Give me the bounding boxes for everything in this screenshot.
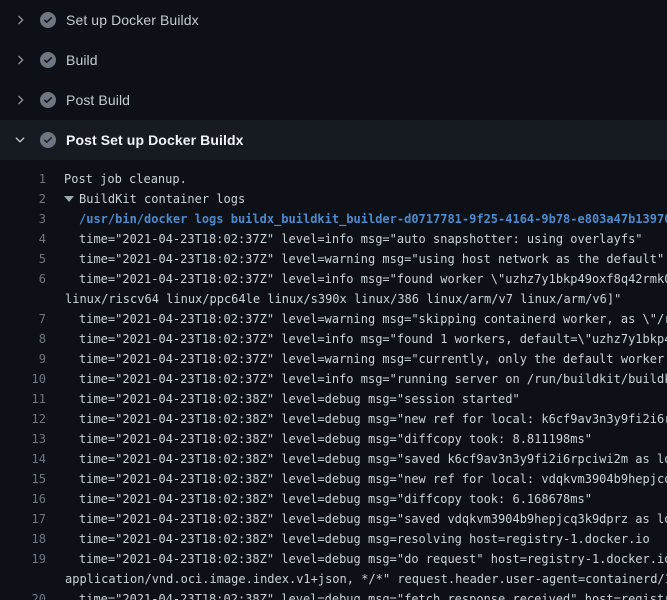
log-row: 7 time="2021-04-23T18:02:37Z" level=warn… [0, 309, 667, 329]
check-circle-icon [40, 92, 56, 108]
log-row: 10 time="2021-04-23T18:02:37Z" level=inf… [0, 369, 667, 389]
log-text: time="2021-04-23T18:02:38Z" level=debug … [46, 489, 592, 509]
log-text: time="2021-04-23T18:02:38Z" level=debug … [46, 509, 667, 529]
line-number[interactable]: 2 [0, 189, 46, 209]
chevron-right-icon[interactable] [12, 52, 28, 68]
line-number[interactable]: 18 [0, 529, 46, 549]
log-row: 17 time="2021-04-23T18:02:38Z" level=deb… [0, 509, 667, 529]
line-number[interactable]: 20 [0, 589, 46, 600]
group-title: BuildKit container logs [79, 192, 245, 206]
check-circle-icon [40, 132, 56, 148]
log-text: time="2021-04-23T18:02:37Z" level=info m… [46, 369, 667, 389]
step-header-2[interactable]: Build [0, 40, 667, 80]
line-number[interactable]: 3 [0, 209, 46, 229]
log-text: time="2021-04-23T18:02:38Z" level=debug … [46, 409, 667, 429]
chevron-right-icon[interactable] [12, 92, 28, 108]
line-number[interactable]: 9 [0, 349, 46, 369]
step-header-4[interactable]: Post Set up Docker Buildx [0, 120, 667, 160]
log-row: 3 /usr/bin/docker logs buildx_buildkit_b… [0, 209, 667, 229]
log-group-toggle[interactable]: BuildKit container logs [46, 189, 245, 209]
log-text: time="2021-04-23T18:02:38Z" level=debug … [46, 549, 667, 569]
log-row: 5 time="2021-04-23T18:02:37Z" level=warn… [0, 249, 667, 269]
log-text: time="2021-04-23T18:02:38Z" level=debug … [46, 589, 667, 600]
log-row: 19 time="2021-04-23T18:02:38Z" level=deb… [0, 549, 667, 569]
log-text: linux/riscv64 linux/ppc64le linux/s390x … [46, 289, 621, 309]
log-text: time="2021-04-23T18:02:37Z" level=warnin… [46, 249, 664, 269]
log-text: time="2021-04-23T18:02:38Z" level=debug … [46, 449, 667, 469]
line-number[interactable]: 13 [0, 429, 46, 449]
log-row: 9 time="2021-04-23T18:02:37Z" level=warn… [0, 349, 667, 369]
line-number[interactable] [0, 569, 46, 589]
log-row: 11 time="2021-04-23T18:02:38Z" level=deb… [0, 389, 667, 409]
log-view: 1 Post job cleanup. 2 BuildKit container… [0, 160, 667, 600]
line-number[interactable]: 6 [0, 269, 46, 289]
log-row: 8 time="2021-04-23T18:02:37Z" level=info… [0, 329, 667, 349]
log-command-text: /usr/bin/docker logs buildx_buildkit_bui… [46, 209, 667, 229]
line-number[interactable]: 17 [0, 509, 46, 529]
line-number[interactable]: 5 [0, 249, 46, 269]
line-number[interactable]: 19 [0, 549, 46, 569]
check-circle-icon [40, 52, 56, 68]
step-label: Post Build [66, 92, 130, 108]
line-number[interactable]: 11 [0, 389, 46, 409]
log-row: 14 time="2021-04-23T18:02:38Z" level=deb… [0, 449, 667, 469]
check-circle-icon [40, 12, 56, 28]
log-text: time="2021-04-23T18:02:37Z" level=info m… [46, 229, 643, 249]
step-header-3[interactable]: Post Build [0, 80, 667, 120]
log-row: 16 time="2021-04-23T18:02:38Z" level=deb… [0, 489, 667, 509]
log-text: time="2021-04-23T18:02:37Z" level=warnin… [46, 349, 667, 369]
log-text: time="2021-04-23T18:02:37Z" level=info m… [46, 329, 667, 349]
log-text: Post job cleanup. [46, 169, 187, 189]
line-number[interactable]: 4 [0, 229, 46, 249]
log-text: time="2021-04-23T18:02:37Z" level=info m… [46, 269, 667, 289]
line-number[interactable]: 16 [0, 489, 46, 509]
log-row: 18 time="2021-04-23T18:02:38Z" level=deb… [0, 529, 667, 549]
step-label: Build [66, 52, 98, 68]
log-row: linux/riscv64 linux/ppc64le linux/s390x … [0, 289, 667, 309]
log-row: 2 BuildKit container logs [0, 189, 667, 209]
step-label: Set up Docker Buildx [66, 12, 199, 28]
log-text: time="2021-04-23T18:02:37Z" level=warnin… [46, 309, 667, 329]
line-number[interactable] [0, 289, 46, 309]
step-label: Post Set up Docker Buildx [66, 132, 244, 148]
log-row: 6 time="2021-04-23T18:02:37Z" level=info… [0, 269, 667, 289]
chevron-down-icon[interactable] [12, 132, 28, 148]
group-collapse-icon[interactable] [64, 196, 74, 202]
log-text: time="2021-04-23T18:02:38Z" level=debug … [46, 469, 667, 489]
log-row: application/vnd.oci.image.index.v1+json,… [0, 569, 667, 589]
line-number[interactable]: 12 [0, 409, 46, 429]
steps-list: Set up Docker Buildx Build Post Build Po… [0, 0, 667, 160]
line-number[interactable]: 10 [0, 369, 46, 389]
log-text: application/vnd.oci.image.index.v1+json,… [46, 569, 667, 589]
line-number[interactable]: 7 [0, 309, 46, 329]
log-text: time="2021-04-23T18:02:38Z" level=debug … [46, 429, 592, 449]
log-row: 4 time="2021-04-23T18:02:37Z" level=info… [0, 229, 667, 249]
log-text: time="2021-04-23T18:02:38Z" level=debug … [46, 529, 650, 549]
log-row: 1 Post job cleanup. [0, 169, 667, 189]
log-text: time="2021-04-23T18:02:38Z" level=debug … [46, 389, 520, 409]
line-number[interactable]: 8 [0, 329, 46, 349]
step-header-1[interactable]: Set up Docker Buildx [0, 0, 667, 40]
log-row: 13 time="2021-04-23T18:02:38Z" level=deb… [0, 429, 667, 449]
log-row: 15 time="2021-04-23T18:02:38Z" level=deb… [0, 469, 667, 489]
log-row: 20 time="2021-04-23T18:02:38Z" level=deb… [0, 589, 667, 600]
line-number[interactable]: 1 [0, 169, 46, 189]
log-row: 12 time="2021-04-23T18:02:38Z" level=deb… [0, 409, 667, 429]
line-number[interactable]: 15 [0, 469, 46, 489]
line-number[interactable]: 14 [0, 449, 46, 469]
chevron-right-icon[interactable] [12, 12, 28, 28]
